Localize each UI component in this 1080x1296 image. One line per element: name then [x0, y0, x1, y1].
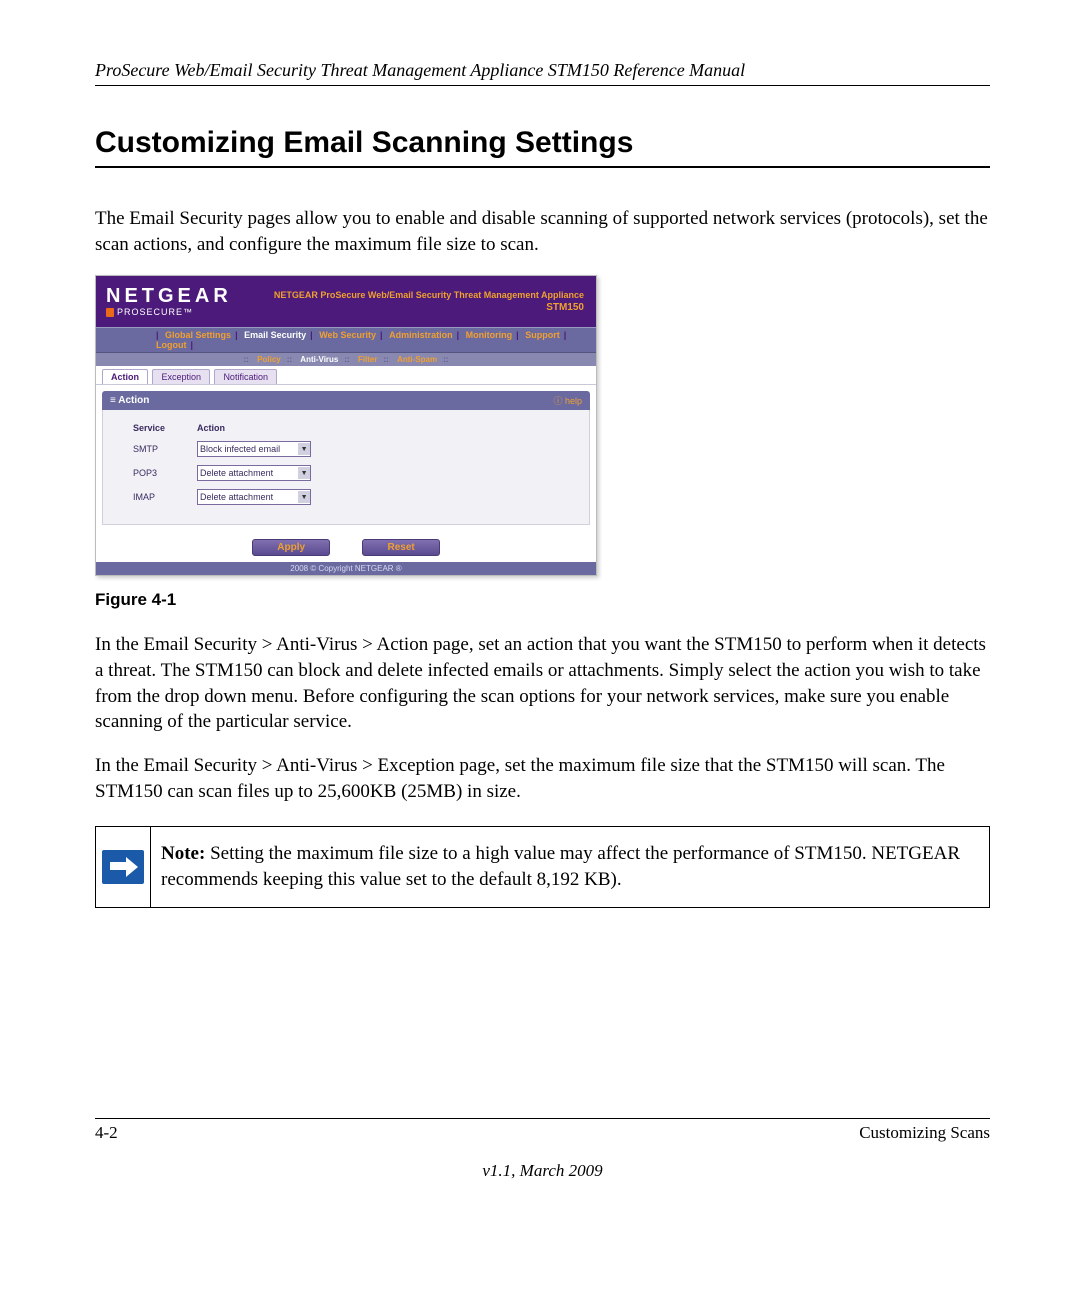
note-text: Setting the maximum file size to a high …	[161, 843, 960, 890]
chevron-down-icon: ▼	[298, 467, 310, 479]
subnav-filter[interactable]: Filter	[358, 355, 378, 364]
note-box: Note: Setting the maximum file size to a…	[95, 826, 990, 907]
version-line: v1.1, March 2009	[95, 1161, 990, 1181]
chevron-down-icon: ▼	[298, 443, 310, 455]
nav-global-settings[interactable]: Global Settings	[165, 330, 231, 340]
sub-nav: :: Policy:: Anti-Virus:: Filter:: Anti-S…	[96, 353, 596, 366]
table-row: IMAP Delete attachment▼	[133, 486, 341, 508]
service-pop3: POP3	[133, 462, 195, 484]
col-service: Service	[133, 420, 195, 436]
tab-notification[interactable]: Notification	[214, 369, 277, 384]
appliance-title: NETGEAR ProSecure Web/Email Security Thr…	[274, 290, 584, 302]
nav-monitoring[interactable]: Monitoring	[466, 330, 513, 340]
netgear-logo-text: NETGEAR	[106, 286, 232, 306]
pop3-action-select[interactable]: Delete attachment▼	[197, 465, 311, 481]
arrow-right-icon	[102, 850, 144, 884]
figure-screenshot: NETGEAR PROSECURE™ NETGEAR ProSecure Web…	[95, 275, 990, 576]
panel-title: ≡ Action	[110, 395, 149, 406]
paragraph-exception-page: In the Email Security > Anti-Virus > Exc…	[95, 753, 990, 804]
help-link[interactable]: ⓘ help	[553, 394, 582, 407]
paragraph-action-page: In the Email Security > Anti-Virus > Act…	[95, 632, 990, 735]
subnav-anti-spam[interactable]: Anti-Spam	[397, 355, 437, 364]
footer-section: Customizing Scans	[859, 1123, 990, 1143]
reset-button[interactable]: Reset	[362, 539, 439, 556]
nav-email-security[interactable]: Email Security	[244, 330, 306, 340]
page-number: 4-2	[95, 1123, 118, 1143]
intro-paragraph: The Email Security pages allow you to en…	[95, 206, 990, 257]
tab-action[interactable]: Action	[102, 369, 148, 384]
nav-administration[interactable]: Administration	[389, 330, 453, 340]
nav-support[interactable]: Support	[525, 330, 560, 340]
screenshot-copyright: 2008 © Copyright NETGEAR ®	[96, 562, 596, 575]
tab-exception[interactable]: Exception	[152, 369, 210, 384]
smtp-action-select[interactable]: Block infected email▼	[197, 441, 311, 457]
nav-logout[interactable]: Logout	[156, 340, 187, 350]
imap-action-select[interactable]: Delete attachment▼	[197, 489, 311, 505]
figure-caption: Figure 4-1	[95, 590, 990, 610]
section-heading: Customizing Email Scanning Settings	[95, 126, 990, 168]
nav-web-security[interactable]: Web Security	[319, 330, 376, 340]
prosecure-subbrand: PROSECURE	[117, 307, 183, 317]
note-label: Note:	[161, 843, 205, 864]
table-row: POP3 Delete attachment▼	[133, 462, 341, 484]
appliance-model: STM150	[274, 301, 584, 314]
shield-icon	[106, 308, 114, 317]
subnav-policy[interactable]: Policy	[257, 355, 281, 364]
table-row: SMTP Block infected email▼	[133, 438, 341, 460]
subnav-anti-virus[interactable]: Anti-Virus	[300, 355, 338, 364]
service-smtp: SMTP	[133, 438, 195, 460]
chevron-down-icon: ▼	[298, 491, 310, 503]
col-action: Action	[197, 420, 341, 436]
running-header: ProSecure Web/Email Security Threat Mana…	[95, 60, 990, 86]
apply-button[interactable]: Apply	[252, 539, 330, 556]
service-imap: IMAP	[133, 486, 195, 508]
top-nav: | Global Settings| Email Security| Web S…	[96, 327, 596, 353]
